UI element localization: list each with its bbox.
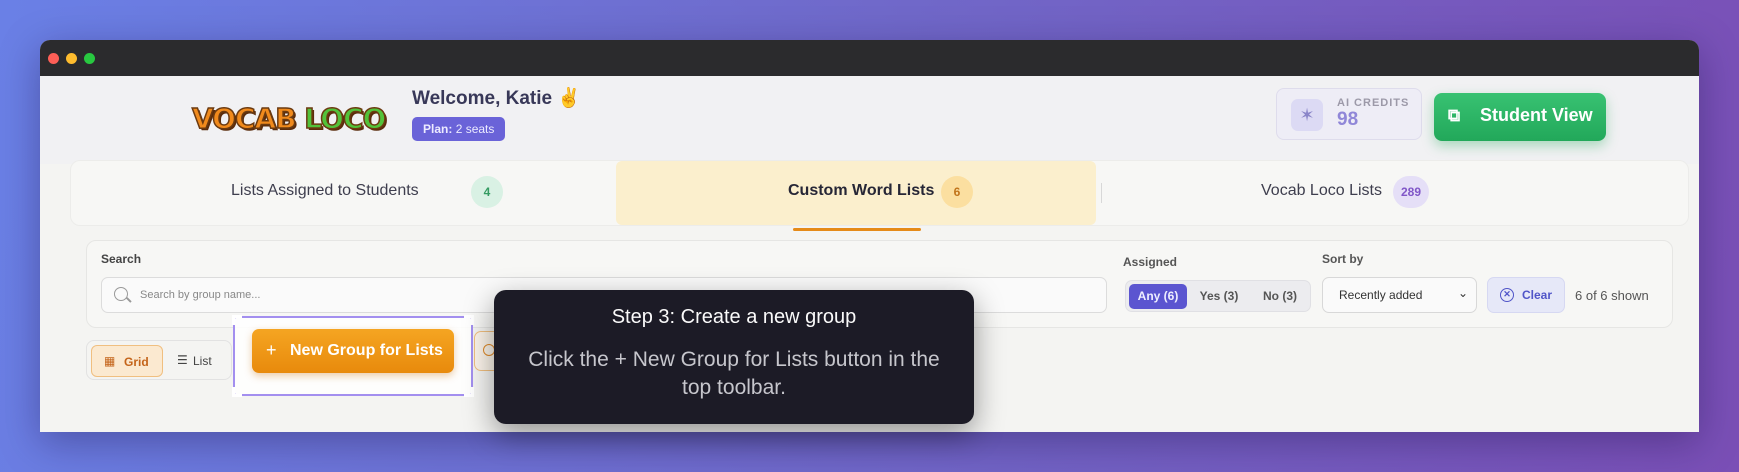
grid-icon: ▦ bbox=[104, 354, 116, 368]
tab-lists-assigned-count: 4 bbox=[471, 176, 503, 208]
highlight-corner bbox=[232, 387, 242, 397]
new-group-for-lists-button[interactable]: + New Group for Lists bbox=[252, 329, 454, 373]
sparkle-icon: ✶ bbox=[1291, 99, 1323, 131]
assigned-option-no[interactable]: No (3) bbox=[1251, 284, 1309, 309]
tab-custom-word-lists-label: Custom Word Lists bbox=[788, 182, 935, 199]
tab-custom-word-lists[interactable]: Custom Word Lists 6 bbox=[616, 161, 1096, 231]
search-placeholder: Search by group name... bbox=[140, 289, 261, 301]
grid-view-button[interactable]: ▦ Grid bbox=[91, 345, 163, 377]
assigned-option-yes[interactable]: Yes (3) bbox=[1190, 284, 1248, 309]
tab-lists-assigned-label: Lists Assigned to Students bbox=[231, 182, 419, 199]
active-tab-indicator bbox=[793, 228, 921, 231]
results-count: 6 of 6 shown bbox=[1575, 288, 1649, 303]
vocab-loco-logo[interactable]: VOCAB LOCO bbox=[191, 101, 388, 136]
list-view-button[interactable]: ☰ List bbox=[173, 345, 229, 377]
list-view-label: List bbox=[193, 354, 212, 368]
student-view-button[interactable]: ⧉ Student View bbox=[1434, 93, 1606, 141]
external-link-icon: ⧉ bbox=[1448, 106, 1461, 125]
assigned-option-any[interactable]: Any (6) bbox=[1129, 284, 1187, 309]
tab-vocab-loco-lists-label: Vocab Loco Lists bbox=[1261, 182, 1382, 199]
sort-by-select[interactable]: Recently added ⌄ bbox=[1322, 277, 1477, 313]
sort-by-value: Recently added bbox=[1339, 288, 1423, 302]
minimize-window-dot[interactable] bbox=[66, 53, 77, 64]
ai-credits-label: AI CREDITS bbox=[1337, 97, 1410, 109]
chevron-down-icon: ⌄ bbox=[1457, 286, 1468, 300]
welcome-heading: Welcome, Katie ✌️ bbox=[412, 88, 582, 109]
maximize-window-dot[interactable] bbox=[84, 53, 95, 64]
assigned-filter-segmented: Any (6) Yes (3) No (3) bbox=[1125, 280, 1311, 312]
view-toggle: ▦ Grid ☰ List bbox=[86, 340, 232, 380]
tooltip-body: Click the + New Group for Lists button i… bbox=[528, 348, 940, 399]
logo-text-loco: LOCO bbox=[304, 101, 388, 136]
ai-credits-value: 98 bbox=[1337, 109, 1359, 130]
tutorial-tooltip: Step 3: Create a new group Click the + N… bbox=[494, 290, 974, 424]
list-tabs: Lists Assigned to Students 4 Custom Word… bbox=[70, 160, 1689, 231]
close-window-dot[interactable] bbox=[48, 53, 59, 64]
highlight-corner bbox=[464, 315, 474, 325]
tab-custom-word-lists-count: 6 bbox=[941, 176, 973, 208]
clear-filters-button[interactable]: ✕ Clear bbox=[1487, 277, 1565, 313]
window-titlebar bbox=[40, 40, 1699, 76]
plus-icon: + bbox=[266, 340, 277, 360]
highlight-corner bbox=[464, 387, 474, 397]
student-view-label: Student View bbox=[1480, 105, 1593, 125]
clear-filters-label: Clear bbox=[1522, 288, 1553, 302]
clear-circle-icon: ✕ bbox=[1500, 288, 1514, 302]
assigned-filter-label: Assigned bbox=[1123, 255, 1178, 269]
search-label: Search bbox=[101, 252, 142, 266]
highlight-corner bbox=[232, 315, 242, 325]
logo-text-vocab: VOCAB bbox=[191, 101, 297, 136]
grid-view-label: Grid bbox=[124, 355, 149, 369]
plan-value: 2 seats bbox=[455, 122, 495, 136]
tab-lists-assigned[interactable]: Lists Assigned to Students 4 bbox=[71, 161, 611, 225]
list-icon: ☰ bbox=[177, 353, 188, 367]
sort-by-label: Sort by bbox=[1322, 252, 1364, 266]
tooltip-title: Step 3: Create a new group bbox=[611, 306, 857, 328]
plan-badge: Plan: 2 seats bbox=[412, 117, 506, 141]
ai-credits-card: ✶ AI CREDITS 98 bbox=[1276, 88, 1422, 140]
app-header: VOCAB LOCO Welcome, Katie ✌️ Plan: 2 sea… bbox=[40, 76, 1699, 164]
search-icon bbox=[114, 287, 128, 301]
new-group-label: New Group for Lists bbox=[290, 342, 443, 359]
tab-vocab-loco-lists-count: 289 bbox=[1393, 176, 1430, 208]
tab-vocab-loco-lists[interactable]: Vocab Loco Lists 289 bbox=[1101, 161, 1581, 225]
plan-label: Plan: bbox=[423, 122, 453, 136]
